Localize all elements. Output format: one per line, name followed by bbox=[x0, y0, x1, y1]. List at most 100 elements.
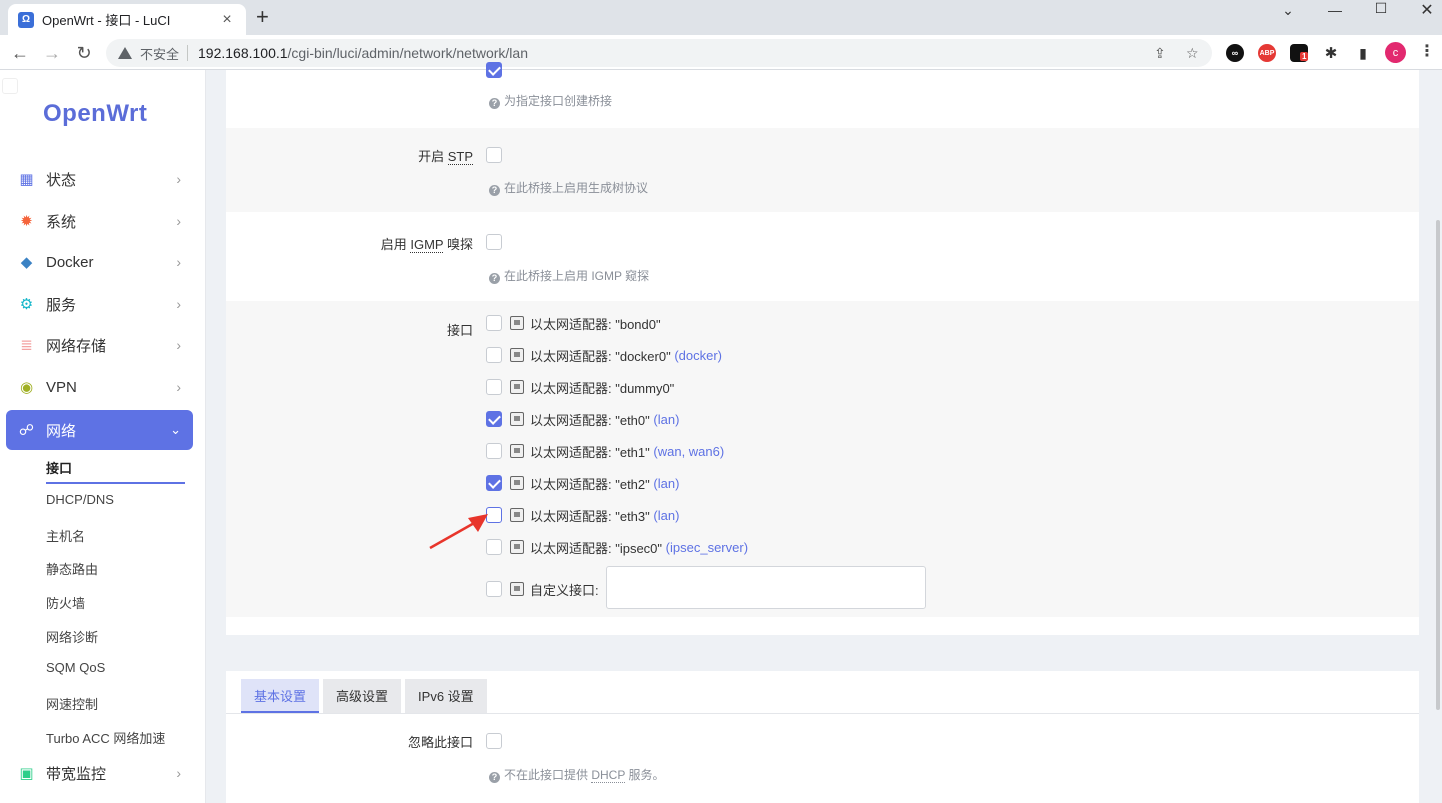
browser-tab[interactable]: Ω OpenWrt - 接口 - LuCI × bbox=[8, 4, 246, 35]
sidebar-item-nas[interactable]: ≣ 网络存储 › bbox=[6, 325, 193, 365]
sidebar-subitem-turbo-acc[interactable]: Turbo ACC 网络加速 bbox=[46, 728, 165, 747]
interface-checkbox[interactable] bbox=[486, 443, 502, 459]
igmp-label: 启用 IGMP 嗅探 bbox=[381, 234, 473, 253]
omnibox-separator bbox=[187, 45, 189, 61]
tab-advanced-settings[interactable]: 高级设置 bbox=[323, 679, 402, 713]
ignore-interface-label: 忽略此接口 bbox=[407, 735, 473, 750]
sidebar-subitem-diagnostics[interactable]: 网络诊断 bbox=[46, 627, 98, 646]
tab-basic-settings[interactable]: 基本设置 bbox=[241, 679, 320, 713]
interface-option[interactable]: 以太网适配器: "eth1" (wan, wan6) bbox=[486, 441, 724, 461]
openwrt-logo[interactable]: OpenWrt bbox=[43, 100, 147, 128]
chevron-right-icon: › bbox=[176, 337, 181, 353]
interface-zone: (wan, wan6) bbox=[653, 443, 725, 459]
interface-checkbox[interactable] bbox=[486, 411, 502, 427]
custom-interface-checkbox[interactable] bbox=[486, 581, 502, 597]
profile-avatar[interactable]: c bbox=[1385, 42, 1406, 63]
page-scrollbar[interactable] bbox=[1436, 220, 1440, 710]
ignore-interface-checkbox[interactable] bbox=[486, 733, 502, 749]
sidebar-item-label: Docker bbox=[46, 253, 94, 271]
sidebar-subitem-sqm-qos[interactable]: SQM QoS bbox=[46, 660, 105, 675]
sidebar-subitem-firewall[interactable]: 防火墙 bbox=[46, 593, 85, 612]
custom-interface-option[interactable]: 自定义接口: bbox=[486, 579, 599, 599]
igmp-checkbox[interactable] bbox=[486, 234, 502, 250]
help-icon: ? bbox=[489, 185, 500, 196]
stp-row: 开启 STP ? 在此桥接上启用生成树协议 bbox=[226, 128, 1419, 212]
interface-zone: (lan) bbox=[653, 475, 680, 491]
tab-title: OpenWrt - 接口 - LuCI bbox=[42, 13, 171, 28]
forward-icon[interactable]: → bbox=[39, 40, 65, 66]
database-icon: ≣ bbox=[20, 337, 33, 354]
sidebar-item-system[interactable]: ✹ 系统 › bbox=[6, 201, 193, 241]
ethernet-port-icon bbox=[510, 476, 524, 490]
chevron-right-icon: › bbox=[176, 765, 181, 781]
dhcp-abbr: DHCP bbox=[591, 768, 626, 783]
maximize-icon[interactable]: ☐ bbox=[1358, 0, 1404, 16]
extension-infinity-icon[interactable]: ∞ bbox=[1226, 44, 1244, 62]
bridge-checkbox[interactable] bbox=[486, 62, 502, 78]
sidebar-subitem-dhcp-dns[interactable]: DHCP/DNS bbox=[46, 492, 114, 507]
back-icon[interactable]: ← bbox=[7, 40, 33, 66]
ethernet-port-icon bbox=[510, 540, 524, 554]
interface-option[interactable]: 以太网适配器: "dummy0" bbox=[486, 377, 674, 397]
address-bar[interactable]: 不安全 192.168.100.1/cgi-bin/luci/admin/net… bbox=[106, 39, 1212, 67]
sidebar-item-vpn[interactable]: ◉ VPN › bbox=[6, 367, 193, 407]
ignore-hint-suffix: 服务。 bbox=[625, 768, 665, 782]
sidebar-item-network[interactable]: ☍ 网络 ⌄ bbox=[6, 410, 193, 450]
interface-checkbox[interactable] bbox=[486, 379, 502, 395]
not-secure-warning-icon bbox=[118, 47, 132, 59]
reload-icon[interactable]: ↻ bbox=[71, 40, 97, 66]
interface-option[interactable]: 以太网适配器: "eth3" (lan) bbox=[486, 505, 679, 525]
new-tab-icon[interactable]: + bbox=[256, 4, 269, 30]
interfaces-row: 接口 以太网适配器: "bond0" 以太网适配器: "docker0" (do… bbox=[226, 301, 1419, 617]
url-host: 192.168.100.1 bbox=[198, 45, 288, 61]
sidebar-item-bandwidth[interactable]: ▣ 带宽监控 › bbox=[6, 753, 193, 793]
tab-close-icon[interactable]: × bbox=[218, 11, 236, 29]
chevron-down-icon: ⌄ bbox=[170, 422, 181, 437]
address-toolbar: ← → ↻ 不安全 192.168.100.1/cgi-bin/luci/adm… bbox=[0, 35, 1442, 70]
help-icon: ? bbox=[489, 772, 500, 783]
sidebar-subitem-hostnames[interactable]: 主机名 bbox=[46, 526, 85, 545]
globe-icon: ◉ bbox=[19, 379, 34, 396]
ethernet-port-icon bbox=[510, 380, 524, 394]
sidebar-item-services[interactable]: ⚙ 服务 › bbox=[6, 284, 193, 324]
browser-tabbar: Ω OpenWrt - 接口 - LuCI × + ⌄ — ☐ ✕ bbox=[0, 0, 1442, 35]
browser-menu-icon[interactable]: ⋮ bbox=[1419, 41, 1435, 61]
sidebar-item-docker[interactable]: ◆ Docker › bbox=[6, 242, 193, 282]
interface-name: 以太网适配器: "dummy0" bbox=[530, 380, 675, 396]
ethernet-port-icon bbox=[510, 582, 524, 596]
help-icon: ? bbox=[489, 273, 500, 284]
extensions-puzzle-icon[interactable]: ✱ bbox=[1322, 44, 1340, 62]
interface-option[interactable]: 以太网适配器: "bond0" bbox=[486, 313, 661, 333]
share-icon[interactable]: ⇪ bbox=[1154, 45, 1166, 62]
stp-abbr: STP bbox=[447, 149, 473, 165]
interface-name: 以太网适配器: "eth1" bbox=[530, 444, 650, 460]
minimize-icon[interactable]: — bbox=[1312, 2, 1358, 18]
ignore-interface-hint: ? 不在此接口提供 DHCP 服务。 bbox=[489, 766, 664, 783]
services-icon: ⚙ bbox=[19, 296, 34, 313]
bookmark-star-icon[interactable]: ☆ bbox=[1186, 45, 1199, 62]
interface-option[interactable]: 以太网适配器: "docker0" (docker) bbox=[486, 345, 722, 365]
bridge-hint-text: 为指定接口创建桥接 bbox=[504, 94, 613, 108]
tab-ipv6-settings[interactable]: IPv6 设置 bbox=[405, 679, 487, 713]
stp-checkbox[interactable] bbox=[486, 147, 502, 163]
adblock-icon[interactable]: ABP bbox=[1258, 44, 1276, 62]
custom-interface-input[interactable] bbox=[606, 566, 926, 609]
sidebar-subitem-interfaces[interactable]: 接口 bbox=[46, 458, 72, 477]
sidebar-subitem-static-routes[interactable]: 静态路由 bbox=[46, 559, 98, 578]
extension-badge-icon[interactable]: 1 bbox=[1290, 44, 1309, 62]
interface-option[interactable]: 以太网适配器: "eth2" (lan) bbox=[486, 473, 679, 493]
interface-checkbox[interactable] bbox=[486, 475, 502, 491]
sidebar-subitem-speed-control[interactable]: 网速控制 bbox=[46, 694, 98, 713]
sitemap-icon: ☍ bbox=[18, 422, 35, 439]
sidebar-toggle[interactable] bbox=[2, 78, 18, 94]
sidebar-item-status[interactable]: ▦ 状态 › bbox=[6, 159, 193, 199]
interface-option[interactable]: 以太网适配器: "ipsec0" (ipsec_server) bbox=[486, 537, 748, 557]
interface-checkbox[interactable] bbox=[486, 347, 502, 363]
igmp-abbr: IGMP bbox=[410, 237, 444, 253]
side-panel-icon[interactable]: ▮ bbox=[1354, 44, 1372, 62]
close-window-icon[interactable]: ✕ bbox=[1404, 0, 1442, 19]
interface-option[interactable]: 以太网适配器: "eth0" (lan) bbox=[486, 409, 679, 429]
ethernet-port-icon bbox=[510, 348, 524, 362]
tab-search-chevron-icon[interactable]: ⌄ bbox=[1265, 2, 1311, 18]
interface-checkbox[interactable] bbox=[486, 315, 502, 331]
